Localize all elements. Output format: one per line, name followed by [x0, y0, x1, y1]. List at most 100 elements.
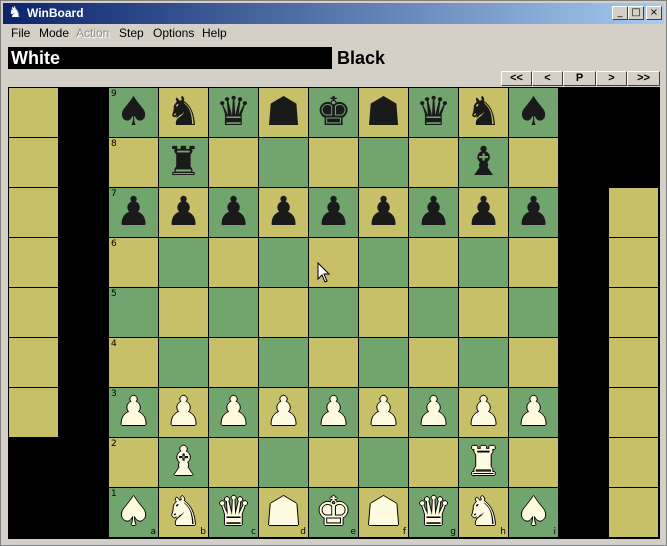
- white-knight-icon[interactable]: ♞: [159, 488, 208, 537]
- square-d1[interactable]: d ☗: [259, 488, 309, 538]
- black-knight-icon[interactable]: ♞: [159, 88, 208, 137]
- square-b5[interactable]: [159, 288, 209, 338]
- black-pawn-icon[interactable]: ♟: [359, 188, 408, 237]
- holding-slot[interactable]: [9, 138, 59, 188]
- square-b3[interactable]: ♟: [159, 388, 209, 438]
- nav-first-button[interactable]: <<: [501, 71, 532, 86]
- white-silver-icon[interactable]: ♛: [409, 488, 458, 537]
- white-king-icon[interactable]: ♚: [309, 488, 358, 537]
- square-g4[interactable]: [409, 338, 459, 388]
- square-b7[interactable]: ♟: [159, 188, 209, 238]
- square-g8[interactable]: [409, 138, 459, 188]
- menu-mode[interactable]: Mode: [39, 25, 69, 41]
- square-f3[interactable]: ♟: [359, 388, 409, 438]
- square-i4[interactable]: [509, 338, 559, 388]
- square-g6[interactable]: [409, 238, 459, 288]
- black-gold-icon[interactable]: ☗: [359, 88, 408, 137]
- white-pawn-icon[interactable]: ♟: [359, 388, 408, 437]
- square-g9[interactable]: ♛: [409, 88, 459, 138]
- square-a5[interactable]: 5: [109, 288, 159, 338]
- square-f5[interactable]: [359, 288, 409, 338]
- black-silver-icon[interactable]: ♛: [209, 88, 258, 137]
- square-c3[interactable]: ♟: [209, 388, 259, 438]
- black-lance-icon[interactable]: ♠: [109, 88, 158, 137]
- white-pawn-icon[interactable]: ♟: [259, 388, 308, 437]
- close-button[interactable]: ×: [646, 6, 662, 20]
- holding-slot[interactable]: [609, 488, 659, 538]
- black-knight-icon[interactable]: ♞: [459, 88, 508, 137]
- square-a2[interactable]: 2: [109, 438, 159, 488]
- title-bar[interactable]: ♞ WinBoard _ □ ×: [3, 3, 664, 24]
- holding-slot[interactable]: [609, 338, 659, 388]
- square-d4[interactable]: [259, 338, 309, 388]
- black-gold-icon[interactable]: ☗: [259, 88, 308, 137]
- holding-slot[interactable]: [609, 438, 659, 488]
- square-f1[interactable]: f ☗: [359, 488, 409, 538]
- black-pawn-icon[interactable]: ♟: [159, 188, 208, 237]
- black-pawn-icon[interactable]: ♟: [509, 188, 558, 237]
- black-pawn-icon[interactable]: ♟: [459, 188, 508, 237]
- square-b8[interactable]: ♜: [159, 138, 209, 188]
- black-pawn-icon[interactable]: ♟: [259, 188, 308, 237]
- square-h4[interactable]: [459, 338, 509, 388]
- square-a4[interactable]: 4: [109, 338, 159, 388]
- square-c6[interactable]: [209, 238, 259, 288]
- square-b6[interactable]: [159, 238, 209, 288]
- square-b4[interactable]: [159, 338, 209, 388]
- square-d3[interactable]: ♟: [259, 388, 309, 438]
- square-g5[interactable]: [409, 288, 459, 338]
- minimize-button[interactable]: _: [612, 6, 628, 20]
- square-f6[interactable]: [359, 238, 409, 288]
- square-b1[interactable]: b ♞: [159, 488, 209, 538]
- black-rook-icon[interactable]: ♜: [159, 138, 208, 187]
- white-lance-icon[interactable]: ♠: [509, 488, 558, 537]
- black-pawn-icon[interactable]: ♟: [309, 188, 358, 237]
- square-e4[interactable]: [309, 338, 359, 388]
- holding-slot[interactable]: [609, 238, 659, 288]
- holding-slot[interactable]: [609, 188, 659, 238]
- white-silver-icon[interactable]: ♛: [209, 488, 258, 537]
- white-gold-icon[interactable]: ☗: [259, 488, 308, 537]
- square-h5[interactable]: [459, 288, 509, 338]
- square-i6[interactable]: [509, 238, 559, 288]
- menu-help[interactable]: Help: [202, 25, 227, 41]
- black-pawn-icon[interactable]: ♟: [109, 188, 158, 237]
- black-pawn-icon[interactable]: ♟: [209, 188, 258, 237]
- square-a7[interactable]: 7 ♟: [109, 188, 159, 238]
- holding-slot[interactable]: [9, 338, 59, 388]
- white-pawn-icon[interactable]: ♟: [459, 388, 508, 437]
- square-e5[interactable]: [309, 288, 359, 338]
- square-c4[interactable]: [209, 338, 259, 388]
- square-d8[interactable]: [259, 138, 309, 188]
- square-c5[interactable]: [209, 288, 259, 338]
- square-d2[interactable]: [259, 438, 309, 488]
- square-a1[interactable]: 1 a ♠: [109, 488, 159, 538]
- square-e3[interactable]: ♟: [309, 388, 359, 438]
- square-e9[interactable]: ♚: [309, 88, 359, 138]
- square-i5[interactable]: [509, 288, 559, 338]
- menu-file[interactable]: File: [11, 25, 30, 41]
- white-pawn-icon[interactable]: ♟: [159, 388, 208, 437]
- nav-pause-button[interactable]: P: [563, 71, 596, 86]
- square-i1[interactable]: i ♠: [509, 488, 559, 538]
- square-i9[interactable]: ♠: [509, 88, 559, 138]
- menu-action[interactable]: Action: [76, 25, 109, 41]
- square-i2[interactable]: [509, 438, 559, 488]
- holding-slot[interactable]: [9, 88, 59, 138]
- nav-back-button[interactable]: <: [532, 71, 563, 86]
- square-f2[interactable]: [359, 438, 409, 488]
- square-h3[interactable]: ♟: [459, 388, 509, 438]
- square-b9[interactable]: ♞: [159, 88, 209, 138]
- black-pawn-icon[interactable]: ♟: [409, 188, 458, 237]
- square-h6[interactable]: [459, 238, 509, 288]
- square-a3[interactable]: 3 ♟: [109, 388, 159, 438]
- square-d6[interactable]: [259, 238, 309, 288]
- maximize-button[interactable]: □: [628, 6, 644, 20]
- square-b2[interactable]: ♝: [159, 438, 209, 488]
- square-f4[interactable]: [359, 338, 409, 388]
- black-king-icon[interactable]: ♚: [309, 88, 358, 137]
- square-a6[interactable]: 6: [109, 238, 159, 288]
- holding-slot[interactable]: [609, 388, 659, 438]
- white-pawn-icon[interactable]: ♟: [509, 388, 558, 437]
- square-g7[interactable]: ♟: [409, 188, 459, 238]
